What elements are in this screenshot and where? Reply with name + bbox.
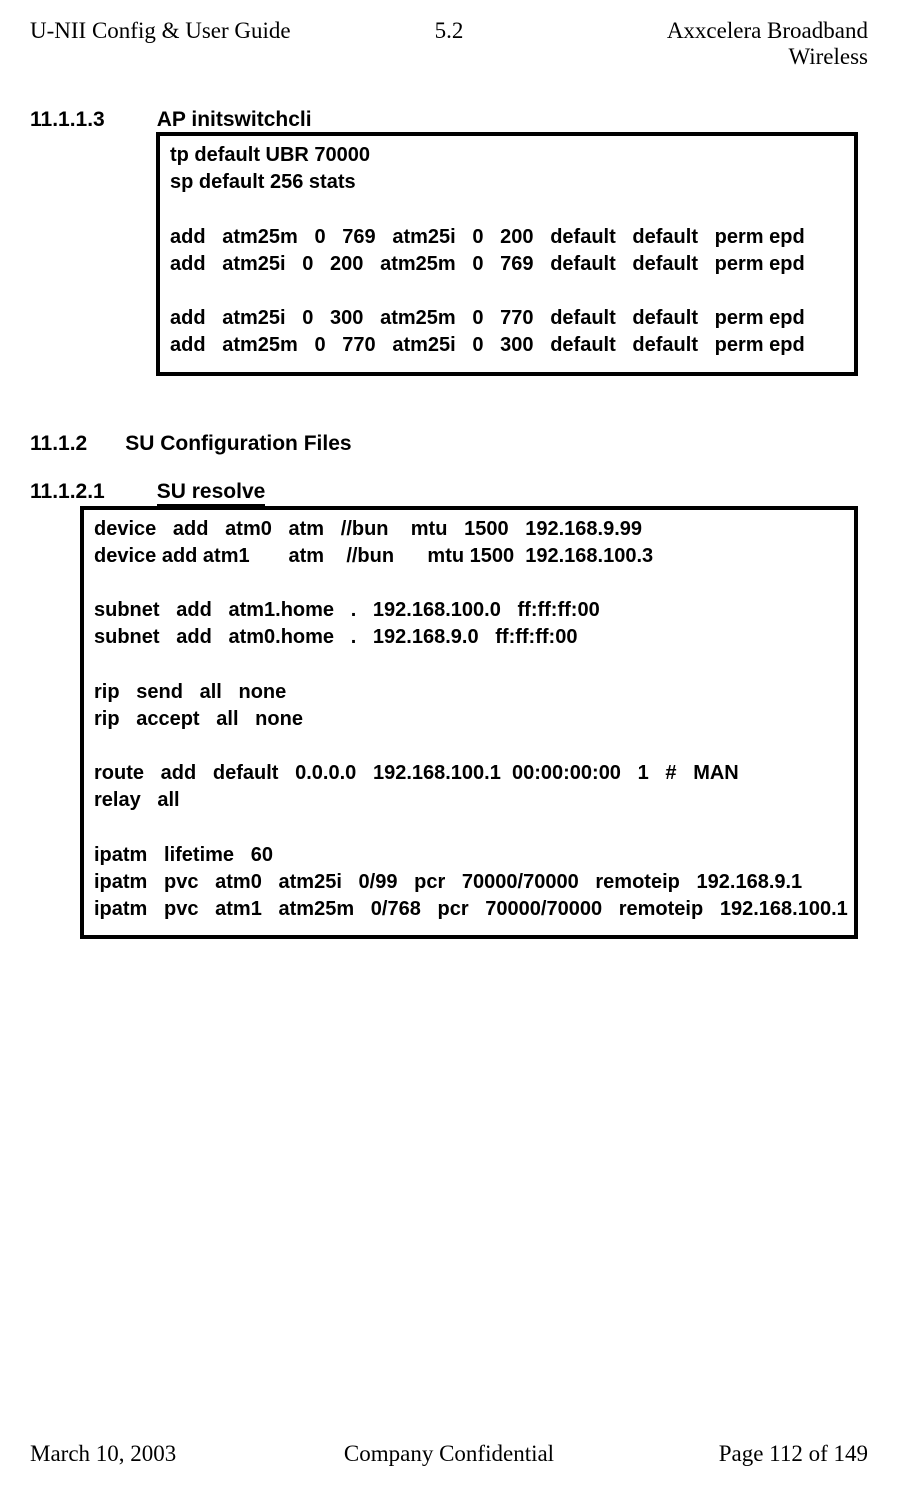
codebox-wrap-2: device add atm0 atm //bun mtu 1500 192.1… <box>80 506 858 940</box>
heading-ap-initswitchcli: 11.1.1.3 AP initswitchcli <box>30 108 868 132</box>
header-right: Axxcelera Broadband Wireless <box>589 18 868 70</box>
section-title: SU Configuration Files <box>125 432 351 456</box>
section-title: AP initswitchcli <box>157 108 312 132</box>
heading-su-config-files: 11.1.2 SU Configuration Files <box>30 432 868 456</box>
section-number: 11.1.2.1 <box>30 480 105 504</box>
codebox-su-resolve: device add atm0 atm //bun mtu 1500 192.1… <box>80 506 858 940</box>
footer-left: March 10, 2003 <box>30 1441 309 1467</box>
page-footer: March 10, 2003 Company Confidential Page… <box>30 1441 868 1467</box>
heading-su-resolve: 11.1.2.1 SU resolve <box>30 480 868 506</box>
footer-right: Page 112 of 149 <box>589 1441 868 1467</box>
codebox-ap-initswitchcli: tp default UBR 70000 sp default 256 stat… <box>156 132 858 376</box>
section-number: 11.1.2 <box>30 432 87 456</box>
footer-center: Company Confidential <box>309 1441 588 1467</box>
section-title: SU resolve <box>157 480 266 506</box>
header-left: U-NII Config & User Guide <box>30 18 309 70</box>
section-number: 11.1.1.3 <box>30 108 105 132</box>
codebox-wrap-1: tp default UBR 70000 sp default 256 stat… <box>156 132 858 376</box>
page-header: U-NII Config & User Guide 5.2 Axxcelera … <box>30 18 868 70</box>
header-center: 5.2 <box>309 18 588 70</box>
